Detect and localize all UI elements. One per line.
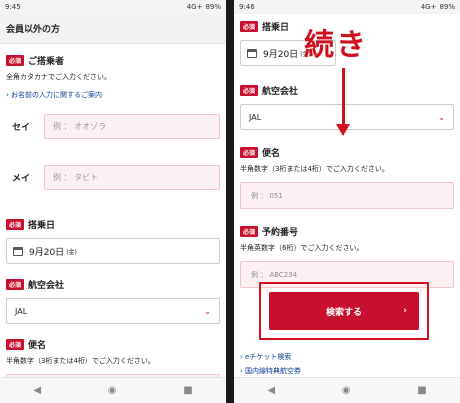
status-icons: 4G+ 89% <box>187 3 221 11</box>
left-phone-screen: 9:45 4G+ 89% 会員以外の方 必須 ご搭乗者 全角カタカナでご入力くだ… <box>0 0 226 403</box>
required-badge: 必須 <box>6 55 25 66</box>
date-label: 搭乗日 <box>28 221 56 231</box>
airline-label-row: 必須 航空会社 <box>240 84 454 97</box>
home-icon[interactable]: ◉ <box>108 385 117 396</box>
boarder-label: ご搭乗者 <box>28 57 65 67</box>
boarder-note: 全角カタカナでご入力ください。 <box>6 73 111 81</box>
boarder-block: 必須 ご搭乗者 全角カタカナでご入力ください。 › お名前の入力に関するご案内 <box>6 54 220 100</box>
continued-overlay-text: 続き <box>304 28 368 63</box>
required-badge: 必須 <box>240 226 259 237</box>
footer-links: › eチケット検索 › 国内線特典航空券 <box>240 350 301 378</box>
name-guide-link[interactable]: › お名前の入力に関するご案内 <box>6 90 220 100</box>
name-guide-link-text[interactable]: お名前の入力に関するご案内 <box>11 91 102 99</box>
date-dow: (金) <box>66 248 77 256</box>
flight-note: 半角数字（3桁または4桁）でご入力ください。 <box>6 357 155 365</box>
flight-label-row: 必須 便名 <box>6 338 220 351</box>
airline-block: 必須 航空会社 JAL ⌄ <box>6 278 220 324</box>
right-phone-screen: 9:46 4G+ 89% 必須 搭乗日 9月20日 (金) 必須 航空会社 JA… <box>234 0 460 403</box>
flight-input[interactable]: 例 ： 051 <box>240 182 454 209</box>
section-title: 会員以外の方 <box>0 14 226 44</box>
booking-block: 必須 予約番号 半角英数字（6桁）でご入力ください。 例 ： ABC234 <box>240 225 454 288</box>
airline-label-row: 必須 航空会社 <box>6 278 220 291</box>
award-ticket-link[interactable]: › 国内線特典航空券 <box>240 364 301 378</box>
back-icon[interactable]: ◀ <box>33 385 41 396</box>
booking-label: 予約番号 <box>262 228 299 238</box>
signal-indicator: 4G+ <box>420 3 437 11</box>
sei-label: セイ <box>12 123 31 133</box>
status-icons: 4G+ 89% <box>421 3 455 11</box>
flight-label: 便名 <box>262 149 281 159</box>
android-nav-bar: ◀ ◉ ■ <box>234 377 460 403</box>
home-icon[interactable]: ◉ <box>342 385 351 396</box>
flight-block: 必須 便名 半角数字（3桁または4桁）でご入力ください。 例 ： 051 <box>240 146 454 209</box>
date-block: 必須 搭乗日 9月20日 (金) <box>6 218 220 264</box>
sei-input[interactable]: 例 ： オオゾラ <box>44 114 220 139</box>
required-badge: 必須 <box>240 147 259 158</box>
booking-label-row: 必須 予約番号 <box>240 225 454 238</box>
status-time: 9:45 <box>5 3 21 11</box>
calendar-icon <box>247 48 257 58</box>
required-badge: 必須 <box>6 339 25 350</box>
airline-label: 航空会社 <box>262 87 299 97</box>
required-badge: 必須 <box>240 85 259 96</box>
airline-value: JAL <box>249 112 262 122</box>
flight-label: 便名 <box>28 341 47 351</box>
chevron-down-icon: ⌄ <box>438 112 445 122</box>
search-button[interactable]: 検索する › <box>269 292 419 330</box>
down-arrow-icon <box>342 68 345 126</box>
required-badge: 必須 <box>240 21 259 32</box>
date-value: 9月20日 <box>263 49 299 60</box>
required-badge: 必須 <box>6 219 25 230</box>
panel-divider <box>226 0 234 403</box>
eticket-link-text[interactable]: eチケット検索 <box>245 353 291 361</box>
date-label: 搭乗日 <box>262 23 290 33</box>
chevron-right-icon: › <box>403 306 407 316</box>
mei-input[interactable]: 例 ： タビト <box>44 165 220 190</box>
airline-label: 航空会社 <box>28 281 65 291</box>
calendar-icon <box>13 246 23 256</box>
signal-indicator: 4G+ <box>186 3 203 11</box>
battery-indicator: 89% <box>205 3 221 11</box>
battery-indicator: 89% <box>439 3 455 11</box>
award-ticket-link-text[interactable]: 国内線特典航空券 <box>245 367 301 375</box>
airline-select[interactable]: JAL ⌄ <box>6 298 220 324</box>
status-bar: 9:45 4G+ 89% <box>0 0 226 14</box>
left-form: 会員以外の方 必須 ご搭乗者 全角カタカナでご入力ください。 › お名前の入力に… <box>0 14 226 377</box>
status-time: 9:46 <box>239 3 255 11</box>
airline-value: JAL <box>15 306 28 316</box>
chevron-down-icon: ⌄ <box>204 306 211 316</box>
date-value: 9月20日 <box>29 247 65 258</box>
booking-note: 半角英数字（6桁）でご入力ください。 <box>240 244 364 252</box>
mei-label: メイ <box>12 174 31 184</box>
date-label-row: 必須 搭乗日 <box>6 218 220 231</box>
search-button-highlight: 検索する › <box>259 282 429 340</box>
date-picker[interactable]: 9月20日 (金) <box>6 238 220 264</box>
down-arrow-head-icon <box>336 124 350 136</box>
search-button-label: 検索する <box>325 307 362 318</box>
eticket-link[interactable]: › eチケット検索 <box>240 350 301 364</box>
recent-apps-icon[interactable]: ■ <box>183 385 192 396</box>
back-icon[interactable]: ◀ <box>267 385 275 396</box>
flight-note: 半角数字（3桁または4桁）でご入力ください。 <box>240 165 389 173</box>
android-nav-bar: ◀ ◉ ■ <box>0 377 226 403</box>
mei-row: メイ 例 ： タビト <box>6 165 220 190</box>
sei-row: セイ 例 ： オオゾラ <box>6 114 220 139</box>
boarder-label-row: 必須 ご搭乗者 <box>6 54 220 67</box>
recent-apps-icon[interactable]: ■ <box>417 385 426 396</box>
flight-label-row: 必須 便名 <box>240 146 454 159</box>
status-bar: 9:46 4G+ 89% <box>234 0 460 14</box>
required-badge: 必須 <box>6 279 25 290</box>
screenshot-root: 9:45 4G+ 89% 会員以外の方 必須 ご搭乗者 全角カタカナでご入力くだ… <box>0 0 460 403</box>
flight-block: 必須 便名 半角数字（3桁または4桁）でご入力ください。 <box>6 338 220 377</box>
